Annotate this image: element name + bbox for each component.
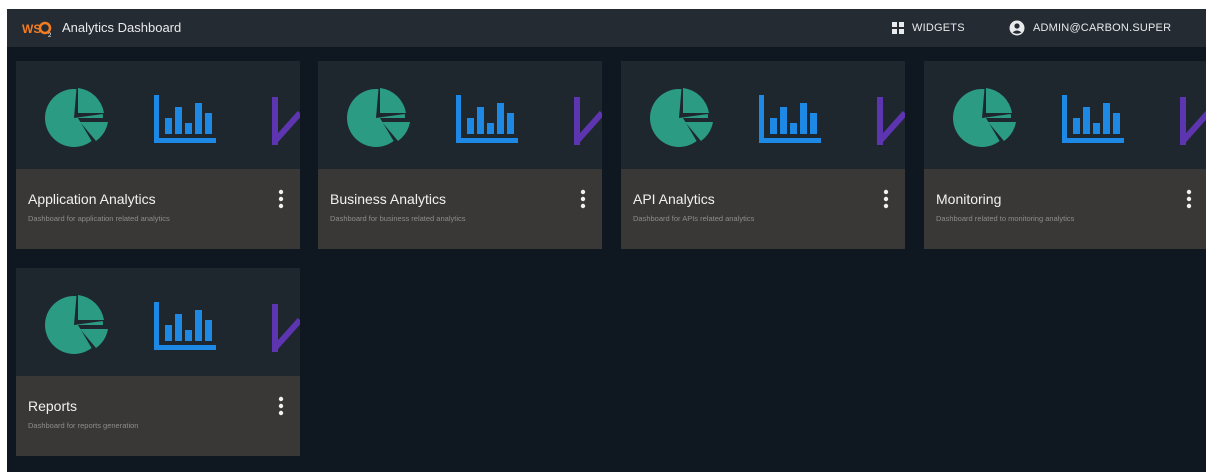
bar-chart-icon	[456, 95, 518, 143]
line-chart-icon	[272, 97, 300, 145]
dashboard-thumbnail	[924, 61, 1206, 169]
bar-chart-icon	[154, 95, 216, 143]
wso2-logo[interactable]: WS 2	[22, 18, 52, 38]
pie-chart-icon	[45, 290, 111, 354]
grid-icon	[892, 22, 904, 34]
card-footer: API Analytics Dashboard for APIs related…	[621, 169, 905, 249]
bar-chart-icon	[759, 95, 821, 143]
dashboard-description: Dashboard for application related analyt…	[28, 214, 170, 223]
card-footer: Application Analytics Dashboard for appl…	[16, 169, 300, 249]
dashboard-thumbnail	[318, 61, 602, 169]
card-footer: Monitoring Dashboard related to monitori…	[924, 169, 1206, 249]
line-chart-icon	[877, 97, 905, 145]
dashboard-card[interactable]: API Analytics Dashboard for APIs related…	[621, 61, 905, 249]
line-chart-icon	[1180, 97, 1206, 145]
dashboard-card[interactable]: Application Analytics Dashboard for appl…	[16, 61, 300, 249]
account-circle-icon	[1009, 20, 1025, 36]
user-menu-button[interactable]: ADMIN@CARBON.SUPER	[1009, 15, 1171, 41]
top-app-bar: WS 2 Analytics Dashboard WIDGETS ADMIN@C…	[7, 9, 1206, 47]
more-vertical-icon[interactable]	[274, 394, 288, 418]
card-footer: Reports Dashboard for reports generation	[16, 376, 300, 456]
pie-chart-icon	[45, 83, 111, 147]
dashboard-description: Dashboard related to monitoring analytic…	[936, 214, 1075, 223]
svg-text:2: 2	[48, 33, 52, 38]
svg-text:WS: WS	[22, 22, 41, 36]
more-vertical-icon[interactable]	[879, 187, 893, 211]
dashboard-title: Business Analytics	[330, 191, 446, 207]
dashboard-description: Dashboard for reports generation	[28, 421, 139, 430]
dashboard-title: Monitoring	[936, 191, 1002, 207]
pie-chart-icon	[347, 83, 413, 147]
line-chart-icon	[574, 97, 602, 145]
widgets-button[interactable]: WIDGETS	[892, 15, 965, 41]
pie-chart-icon	[953, 83, 1019, 147]
dashboard-card[interactable]: Reports Dashboard for reports generation	[16, 268, 300, 456]
dashboard-title: API Analytics	[633, 191, 715, 207]
dashboard-description: Dashboard for business related analytics	[330, 214, 466, 223]
dashboard-thumbnail	[16, 61, 300, 169]
dashboard-description: Dashboard for APIs related analytics	[633, 214, 755, 223]
user-label: ADMIN@CARBON.SUPER	[1033, 22, 1172, 34]
bar-chart-icon	[1062, 95, 1124, 143]
dashboard-card[interactable]: Business Analytics Dashboard for busines…	[318, 61, 602, 249]
dashboard-thumbnail	[621, 61, 905, 169]
dashboard-title: Reports	[28, 398, 78, 414]
card-footer: Business Analytics Dashboard for busines…	[318, 169, 602, 249]
more-vertical-icon[interactable]	[274, 187, 288, 211]
app-window: WS 2 Analytics Dashboard WIDGETS ADMIN@C…	[7, 9, 1206, 472]
widgets-label: WIDGETS	[912, 22, 965, 34]
more-vertical-icon[interactable]	[576, 187, 590, 211]
line-chart-icon	[272, 304, 300, 352]
dashboard-card[interactable]: Monitoring Dashboard related to monitori…	[924, 61, 1206, 249]
dashboard-thumbnail	[16, 268, 300, 376]
app-title: Analytics Dashboard	[62, 20, 182, 35]
dashboard-title: Application Analytics	[28, 191, 156, 207]
bar-chart-icon	[154, 302, 216, 350]
pie-chart-icon	[650, 83, 716, 147]
more-vertical-icon[interactable]	[1182, 187, 1196, 211]
